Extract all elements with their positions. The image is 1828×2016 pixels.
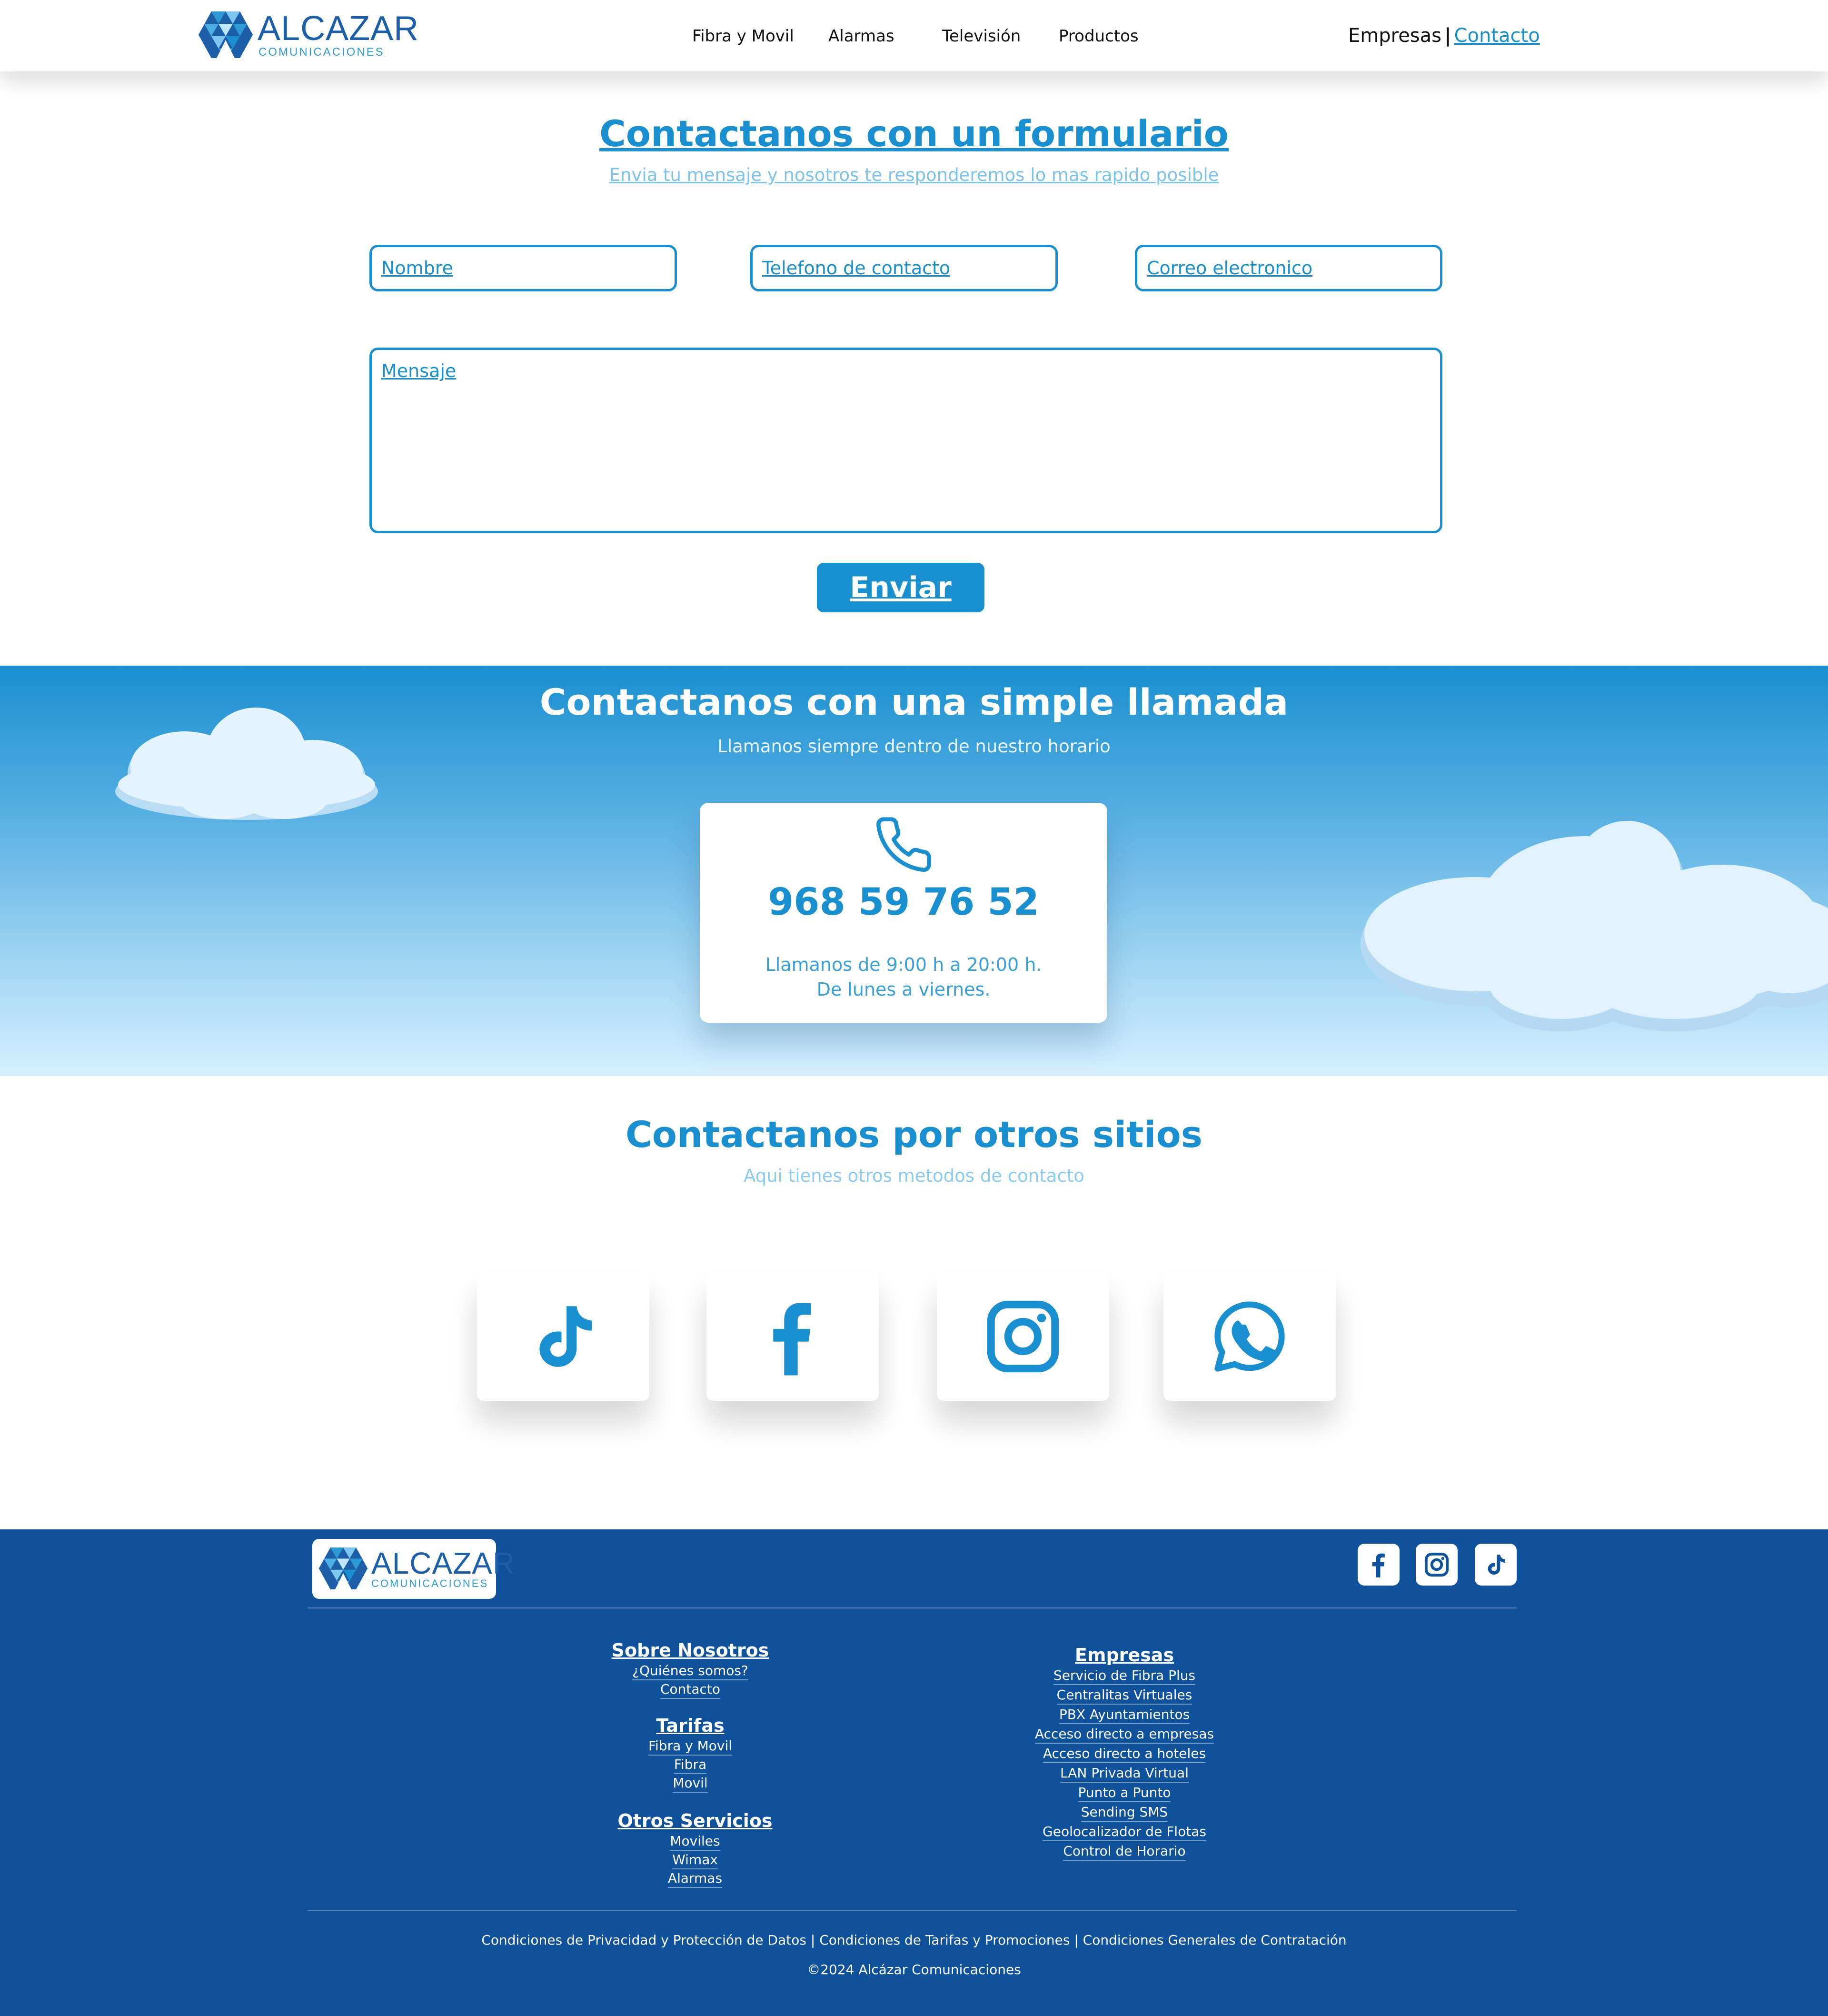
site-header: ALCAZAR COMUNICACIONES Fibra y Movil Ala… xyxy=(0,0,1828,71)
footer-legal-links[interactable]: Condiciones de Privacidad y Protección d… xyxy=(0,1932,1828,1948)
footer-link-geolocalizador[interactable]: Geolocalizador de Flotas xyxy=(1005,1824,1243,1841)
footer-divider-bottom xyxy=(308,1910,1517,1911)
phone-card: 968 59 76 52 Llamanos de 9:00 h a 20:00 … xyxy=(700,803,1107,1023)
footer-col-otros: Otros Servicios Moviles Wimax Alarmas xyxy=(576,1810,814,1888)
nav-contacto[interactable]: Contacto xyxy=(1454,25,1540,47)
tiktok-icon xyxy=(539,1306,592,1367)
footer-link-fibra[interactable]: Fibra xyxy=(571,1757,809,1774)
site-logo[interactable]: ALCAZAR COMUNICACIONES xyxy=(198,10,419,59)
footer-link-moviles[interactable]: Moviles xyxy=(576,1833,814,1851)
footer-divider-top xyxy=(308,1607,1517,1608)
phone-number[interactable]: 968 59 76 52 xyxy=(700,881,1107,924)
form-section-title: Contactanos con un formulario xyxy=(599,112,1229,155)
logo-subtitle: COMUNICACIONES xyxy=(258,46,385,59)
nav-separator: | xyxy=(1444,25,1451,47)
footer-col-tarifas: Tarifas Fibra y Movil Fibra Movil xyxy=(571,1715,809,1793)
footer-link-acceso-empresas[interactable]: Acceso directo a empresas xyxy=(1005,1726,1243,1744)
whatsapp-icon xyxy=(1214,1301,1285,1372)
footer-heading-otros: Otros Servicios xyxy=(617,1810,773,1831)
facebook-card[interactable] xyxy=(706,1272,879,1401)
footer-link-alarmas[interactable]: Alarmas xyxy=(576,1870,814,1888)
footer-link-contacto[interactable]: Contacto xyxy=(571,1681,809,1699)
email-input[interactable]: Correo electronico xyxy=(1135,245,1442,291)
footer-instagram-button[interactable] xyxy=(1416,1544,1458,1586)
footer-link-centralitas[interactable]: Centralitas Virtuales xyxy=(1005,1687,1243,1705)
footer-facebook-button[interactable] xyxy=(1358,1544,1400,1586)
footer-link-sms[interactable]: Sending SMS xyxy=(1005,1804,1243,1822)
footer-logo[interactable]: ALCAZAR COMUNICACIONES xyxy=(312,1539,515,1599)
instagram-icon xyxy=(987,1300,1059,1373)
footer-copyright: ©2024 Alcázar Comunicaciones xyxy=(807,1962,1021,1977)
footer-link-movil[interactable]: Movil xyxy=(571,1775,809,1793)
tiktok-card[interactable] xyxy=(477,1272,649,1401)
footer-heading-empresas: Empresas xyxy=(1074,1645,1174,1666)
nav-fibra-movil[interactable]: Fibra y Movil xyxy=(692,27,794,46)
footer-heading-tarifas: Tarifas xyxy=(656,1715,725,1736)
phone-input[interactable]: Telefono de contacto xyxy=(750,245,1058,291)
footer-link-control-horario[interactable]: Control de Horario xyxy=(1005,1843,1243,1861)
hours-line-2: De lunes a viernes. xyxy=(816,979,991,1000)
whatsapp-card[interactable] xyxy=(1163,1272,1336,1401)
nav-empresas[interactable]: Empresas xyxy=(1348,25,1441,47)
footer-link-acceso-hoteles[interactable]: Acceso directo a hoteles xyxy=(1005,1746,1243,1763)
nav-alarmas[interactable]: Alarmas xyxy=(828,27,894,46)
footer-col-sobre: Sobre Nosotros ¿Quiénes somos? Contacto xyxy=(571,1640,809,1699)
logo-hexagon-icon xyxy=(199,11,253,58)
footer-col-empresas: Empresas Servicio de Fibra Plus Centrali… xyxy=(1005,1645,1243,1861)
nav-television[interactable]: Televisión xyxy=(942,27,1021,46)
footer-link-fibra-plus[interactable]: Servicio de Fibra Plus xyxy=(1005,1667,1243,1685)
nav-productos[interactable]: Productos xyxy=(1059,27,1139,46)
form-section-subtitle: Envia tu mensaje y nosotros te responder… xyxy=(609,165,1219,185)
submit-button[interactable]: Enviar xyxy=(817,563,984,612)
header-right-links: Empresas | Contacto xyxy=(1348,25,1540,47)
footer-link-lan[interactable]: LAN Privada Virtual xyxy=(1005,1765,1243,1783)
footer-tiktok-button[interactable] xyxy=(1475,1544,1517,1586)
site-footer: ALCAZAR COMUNICACIONES Sobre Nosotros ¿Q… xyxy=(0,1529,1828,2016)
logo-wordmark: ALCAZAR xyxy=(258,10,419,48)
message-textarea[interactable]: Mensaje xyxy=(369,348,1442,533)
footer-link-wimax[interactable]: Wimax xyxy=(576,1852,814,1869)
hours-line-1: Llamanos de 9:00 h a 20:00 h. xyxy=(765,954,1042,975)
call-section-title: Contactanos con una simple llamada xyxy=(539,681,1289,723)
footer-heading-sobre: Sobre Nosotros xyxy=(611,1640,769,1661)
other-section-title: Contactanos por otros sitios xyxy=(626,1113,1202,1156)
footer-link-quienes[interactable]: ¿Quiénes somos? xyxy=(571,1663,809,1680)
instagram-card[interactable] xyxy=(937,1272,1109,1401)
footer-link-punto[interactable]: Punto a Punto xyxy=(1005,1785,1243,1802)
tiktok-icon xyxy=(1488,1555,1505,1575)
footer-link-pbx[interactable]: PBX Ayuntamientos xyxy=(1005,1707,1243,1724)
cloud-right-decoration xyxy=(1361,821,1828,1031)
footer-link-fibra-movil[interactable]: Fibra y Movil xyxy=(571,1738,809,1756)
facebook-icon xyxy=(773,1303,811,1376)
facebook-icon xyxy=(1372,1553,1385,1577)
call-section-subtitle: Llamanos siempre dentro de nuestro horar… xyxy=(717,736,1111,757)
name-input[interactable]: Nombre xyxy=(369,245,677,291)
other-section-subtitle: Aqui tienes otros metodos de contacto xyxy=(744,1166,1084,1186)
footer-logo-wordmark: ALCAZAR xyxy=(371,1546,516,1580)
logo-hexagon-icon xyxy=(318,1547,368,1590)
instagram-icon xyxy=(1424,1552,1449,1577)
phone-icon xyxy=(876,817,931,872)
cloud-left-decoration xyxy=(115,708,378,820)
